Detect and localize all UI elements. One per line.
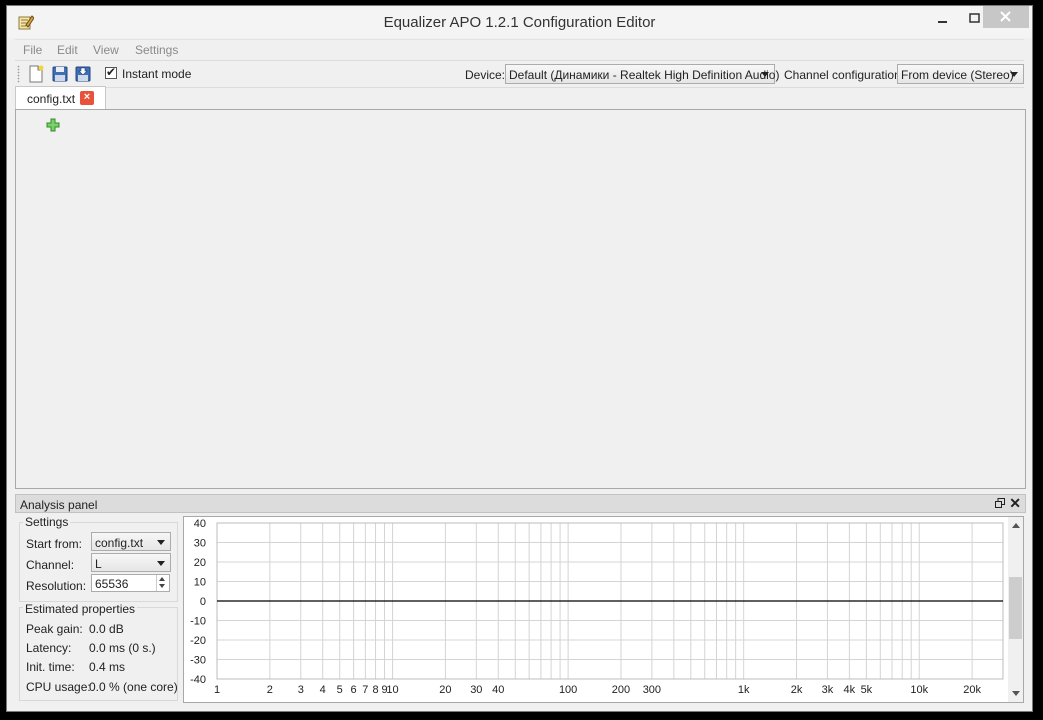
graph-scrollbar[interactable] (1008, 517, 1023, 702)
filter-editor-area[interactable] (15, 109, 1026, 489)
frequency-response-graph[interactable]: 40 30 20 10 0 -10 -20 -30 -40 1 2 3 4 5 6 7 8 9 10 20 30 40 10… (183, 516, 1024, 703)
toolbar-grip[interactable] (17, 65, 20, 83)
chevron-down-icon (157, 561, 165, 566)
scrollbar-thumb[interactable] (1009, 577, 1022, 639)
chevron-down-icon (1010, 72, 1018, 77)
y-tick-label: -20 (190, 635, 206, 647)
latency-value: 0.0 ms (0 s.) (89, 641, 156, 655)
resolution-value: 65536 (95, 577, 129, 591)
checkmark-icon: ✔ (106, 65, 117, 79)
y-tick-label: 10 (194, 577, 206, 589)
instant-mode-checkbox[interactable]: ✔ (105, 65, 117, 79)
init-time-value: 0.4 ms (89, 660, 126, 674)
x-tick-label: 10k (910, 684, 928, 696)
close-panel-icon[interactable]: ✕ (1009, 495, 1021, 512)
resolution-label: Resolution: (26, 579, 87, 593)
minimize-icon (938, 21, 947, 23)
resolution-stepper[interactable] (156, 575, 169, 591)
x-tick-label: 2k (791, 684, 803, 696)
channel-configuration-value: From device (Stereo) (901, 68, 1014, 82)
undock-icon[interactable] (995, 498, 1005, 508)
y-tick-label: 40 (194, 518, 206, 530)
x-tick-label: 300 (643, 684, 661, 696)
app-window: Equalizer APO 1.2.1 Configuration Editor… (6, 5, 1033, 712)
start-from-value: config.txt (95, 536, 144, 550)
x-tick-label: 5k (861, 684, 873, 696)
scroll-down-icon[interactable] (1012, 691, 1020, 696)
x-tick-label: 20k (963, 684, 981, 696)
x-tick-label: 100 (559, 684, 577, 696)
x-tick-label: 200 (612, 684, 630, 696)
channel-configuration-label: Channel configuration: (784, 68, 905, 82)
x-tick-label: 3 (298, 684, 304, 696)
y-tick-label: -10 (190, 616, 206, 628)
scroll-up-icon[interactable] (1012, 523, 1020, 528)
x-tick-label: 3k (822, 684, 834, 696)
device-value: Default (Динамики - Realtek High Definit… (509, 68, 780, 82)
y-tick-label: 20 (194, 557, 206, 569)
new-file-icon[interactable] (27, 65, 45, 83)
x-tick-label: 1 (214, 684, 220, 696)
toolbar: ✔ Instant mode Device: Default (Динамики… (15, 60, 1024, 88)
channel-label: Channel: (26, 558, 75, 572)
device-label: Device: (465, 68, 506, 82)
instant-mode-label: Instant mode (122, 67, 192, 81)
latency-label: Latency: (26, 641, 72, 655)
arrow-down-icon[interactable] (159, 584, 165, 588)
title-bar[interactable]: Equalizer APO 1.2.1 Configuration Editor (7, 6, 1032, 38)
x-tick-label: 10 (386, 684, 398, 696)
start-from-select[interactable]: config.txt (91, 532, 171, 551)
analysis-panel-title: Analysis panel (20, 498, 98, 512)
init-time-label: Init. time: (26, 660, 75, 674)
menu-file[interactable]: File (23, 43, 42, 57)
x-tick-label: 2 (267, 684, 273, 696)
x-tick-label: 8 (372, 684, 378, 696)
peak-gain-value: 0.0 dB (89, 622, 124, 636)
channel-configuration-select[interactable]: From device (Stereo) (897, 64, 1024, 84)
channel-select[interactable]: L (91, 553, 171, 572)
resolution-spinbox[interactable]: 65536 (91, 574, 170, 592)
analysis-panel-header[interactable]: Analysis panel ✕ (15, 494, 1026, 513)
arrow-up-icon[interactable] (159, 577, 165, 581)
settings-group-title: Settings (23, 515, 71, 529)
x-tick-label: 1k (738, 684, 750, 696)
estimated-properties-title: Estimated properties (23, 602, 138, 616)
peak-gain-label: Peak gain: (26, 622, 83, 636)
close-button[interactable] (983, 6, 1029, 28)
y-tick-label: 0 (200, 596, 206, 608)
close-icon (1000, 11, 1011, 22)
tab-close-icon[interactable]: × (80, 91, 94, 105)
x-tick-label: 4 (320, 684, 326, 696)
window-title: Equalizer APO 1.2.1 Configuration Editor (383, 14, 656, 31)
menu-settings[interactable]: Settings (135, 43, 178, 57)
tab-config-txt[interactable]: config.txt × (15, 86, 106, 110)
save-as-icon[interactable] (74, 65, 92, 83)
minimize-button[interactable] (932, 6, 952, 28)
chevron-down-icon (761, 72, 769, 77)
y-tick-label: -30 (190, 655, 206, 667)
menu-edit[interactable]: Edit (57, 43, 78, 57)
x-tick-label: 20 (439, 684, 451, 696)
x-tick-label: 40 (492, 684, 504, 696)
x-tick-label: 7 (362, 684, 368, 696)
add-filter-icon[interactable] (46, 118, 60, 132)
x-tick-label: 30 (470, 684, 482, 696)
cpu-usage-value: 0.0 % (one core) (89, 680, 178, 694)
y-tick-label: 30 (194, 538, 206, 550)
menu-bar: File Edit View Settings (15, 39, 1024, 60)
frequency-response-plot: 403020100-10-20-30-401 2 3 4 5 6 7 8 910 20 30 40 10… (190, 518, 1004, 696)
menu-view[interactable]: View (93, 43, 119, 57)
cpu-usage-label: CPU usage: (26, 680, 91, 694)
x-tick-label: 6 (351, 684, 357, 696)
channel-value: L (95, 557, 102, 571)
save-icon[interactable] (51, 65, 69, 83)
x-tick-label: 5 (337, 684, 343, 696)
chevron-down-icon (157, 540, 165, 545)
y-tick-label: -40 (190, 674, 206, 686)
device-select[interactable]: Default (Динамики - Realtek High Definit… (505, 64, 779, 84)
start-from-label: Start from: (26, 537, 83, 551)
tab-label: config.txt (27, 92, 76, 106)
x-tick-label: 4k (844, 684, 856, 696)
